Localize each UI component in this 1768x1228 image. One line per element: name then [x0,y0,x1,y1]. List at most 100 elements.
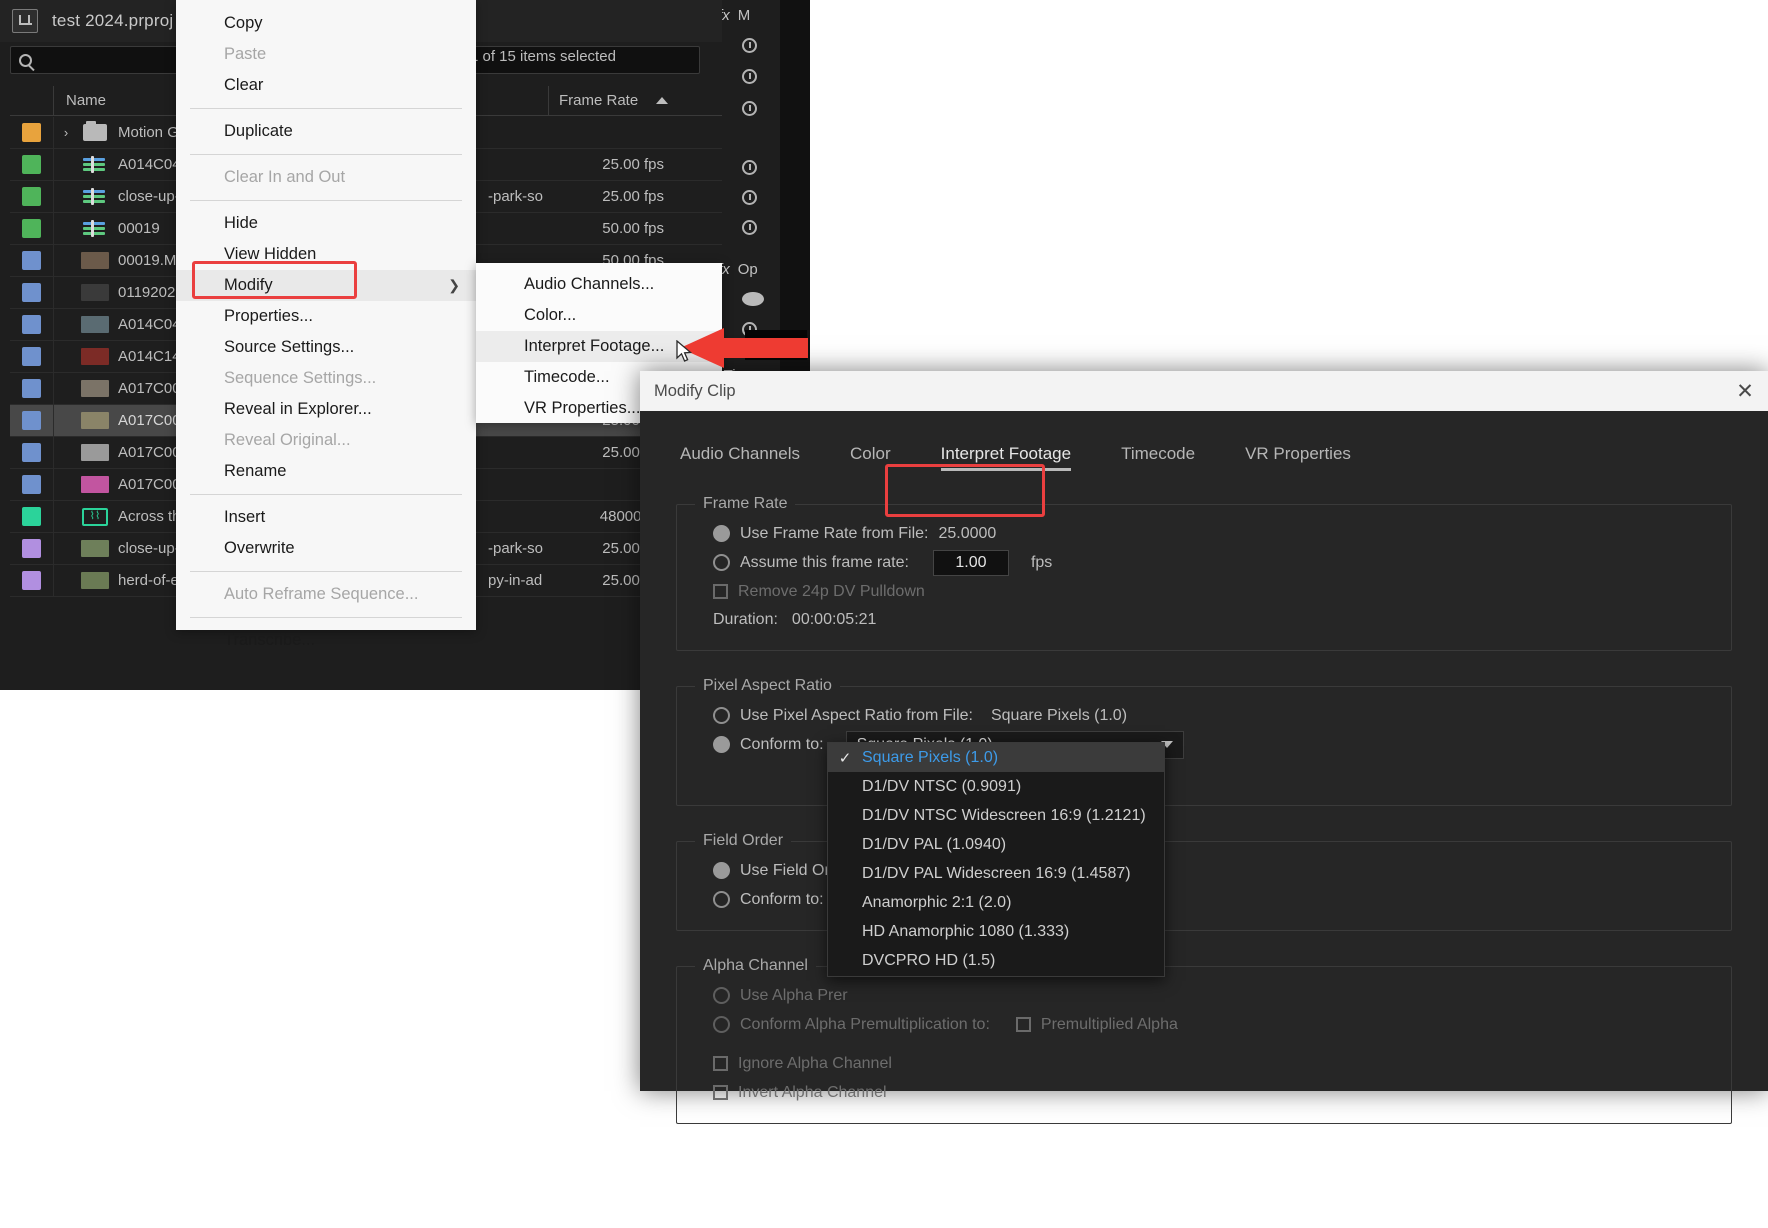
clip-thumbnail [81,284,109,301]
checkbox-ignore-alpha-channel[interactable] [713,1056,728,1071]
effect-name-1: Op [738,261,758,278]
checkbox-invert-alpha-channel[interactable] [713,1085,728,1100]
menu-separator [190,494,462,495]
tab-timecode[interactable]: Timecode [1121,444,1195,471]
radio-use-field-order[interactable] [713,862,730,879]
radio-use-alpha-premultiplication[interactable] [713,987,730,1004]
context-menu-item: Paste [176,39,476,70]
close-icon[interactable]: ✕ [1722,371,1768,411]
dropdown-option[interactable]: D1/DV NTSC Widescreen 16:9 (1.2121) [828,801,1164,830]
submenu-item-label: Audio Channels... [524,275,654,294]
thumb-icon [78,540,112,557]
row-frame-rate: 25.00 fps [558,188,732,205]
thumb-icon [78,444,112,461]
remove-pulldown-option[interactable]: Remove 24p DV Pulldown [695,577,1713,606]
frame-rate-group: Frame Rate Use Frame Rate from File: 25.… [676,495,1732,651]
tab-vr-properties[interactable]: VR Properties [1245,444,1351,471]
radio-conform-field-order[interactable] [713,891,730,908]
context-menu-item[interactable]: Modify❯ [176,270,476,301]
context-menu-item-label: Overwrite [224,539,295,558]
context-menu-item[interactable]: Rename [176,456,476,487]
context-menu-item[interactable]: Reveal in Explorer... [176,394,476,425]
assume-frame-rate-label: Assume this frame rate: [740,554,909,572]
back-up-folder-icon[interactable] [12,9,38,33]
column-header-swatch [10,86,54,116]
submenu-item[interactable]: Audio Channels... [476,269,722,300]
context-menu-item-label: Clear In and Out [224,168,345,187]
assume-frame-rate-option[interactable]: Assume this frame rate: 1.00 fps [695,548,1713,577]
panel-backdrop [780,0,810,372]
radio-assume-frame-rate[interactable] [713,554,730,571]
dropdown-option[interactable]: D1/DV NTSC (0.9091) [828,772,1164,801]
checkbox-remove-pulldown[interactable] [713,584,728,599]
thumb-icon [78,316,112,333]
use-par-from-file-option[interactable]: Use Pixel Aspect Ratio from File: Square… [695,701,1713,730]
use-frame-rate-from-file-option[interactable]: Use Frame Rate from File: 25.0000 [695,519,1713,548]
chevron-right-icon[interactable]: › [54,125,78,140]
clip-thumbnail [81,476,109,493]
context-menu-item[interactable]: Copy [176,8,476,39]
radio-use-frame-rate-from-file[interactable] [713,525,730,542]
context-menu-item[interactable]: Clear [176,70,476,101]
assume-frame-rate-input[interactable]: 1.00 [933,550,1009,576]
use-frame-rate-from-file-label: Use Frame Rate from File: [740,525,928,543]
context-menu-item[interactable]: View Hidden [176,239,476,270]
pixel-aspect-ratio-dropdown[interactable]: ✓Square Pixels (1.0) D1/DV NTSC (0.9091) D… [827,742,1165,977]
context-menu-item[interactable]: Overwrite [176,533,476,564]
column-header-frame-rate[interactable]: Frame Rate [548,86,722,116]
row-color-swatch-cell [10,149,54,181]
row-color-swatch-cell [10,405,54,437]
row-name-label: close-up- [112,188,180,205]
ignore-alpha-channel-label: Ignore Alpha Channel [738,1055,892,1073]
context-menu-item-label: Transcribe... [224,631,315,650]
stopwatch-icon[interactable] [742,160,757,175]
tab-interpret-footage[interactable]: Interpret Footage [941,444,1071,471]
invert-alpha-channel-label: Invert Alpha Channel [738,1084,887,1102]
conform-alpha-premultiplication-option[interactable]: Conform Alpha Premultiplication to: Prem… [695,1010,1713,1039]
row-color-swatch-cell [10,565,54,597]
dropdown-option[interactable]: DVCPRO HD (1.5) [828,946,1164,975]
project-title: test 2024.prproj [52,11,173,31]
radio-conform-par[interactable] [713,736,730,753]
context-menu-item-label: Source Settings... [224,338,354,357]
invert-alpha-channel-option[interactable]: Invert Alpha Channel [695,1078,1713,1107]
context-menu-item-label: Properties... [224,307,313,326]
radio-use-par-from-file[interactable] [713,707,730,724]
duration-row: Duration: 00:00:05:21 [695,606,1713,634]
stopwatch-icon[interactable] [742,69,757,84]
dropdown-option[interactable]: ✓Square Pixels (1.0) [828,743,1164,772]
dropdown-option-label: D1/DV NTSC (0.9091) [862,778,1021,796]
tab-color[interactable]: Color [850,444,891,471]
context-menu-item[interactable]: Insert [176,502,476,533]
radio-conform-alpha-premultiplication[interactable] [713,1016,730,1033]
context-menu-item[interactable]: Source Settings... [176,332,476,363]
color-swatch [22,187,41,206]
tab-audio-channels[interactable]: Audio Channels [680,444,800,471]
context-menu-item-label: View Hidden [224,245,316,264]
dropdown-option[interactable]: HD Anamorphic 1080 (1.333) [828,917,1164,946]
context-menu-item-label: Duplicate [224,122,293,141]
stopwatch-icon[interactable] [742,190,757,205]
stopwatch-icon[interactable] [742,38,757,53]
mask-ellipse-icon[interactable] [742,292,764,306]
stopwatch-icon[interactable] [742,220,757,235]
ignore-alpha-channel-option[interactable]: Ignore Alpha Channel [695,1049,1713,1078]
context-menu[interactable]: CopyPasteClear Duplicate Clear In and Out H… [176,0,476,630]
dropdown-option[interactable]: D1/DV PAL Widescreen 16:9 (1.4587) [828,859,1164,888]
context-menu-item-label: Reveal Original... [224,431,351,450]
audio-clip-glyph [83,220,107,237]
dropdown-option[interactable]: D1/DV PAL (1.0940) [828,830,1164,859]
dialog-tab-bar[interactable]: Audio Channels Color Interpret Footage Time… [676,435,1732,479]
context-menu-item-label: Auto Reframe Sequence... [224,585,418,604]
context-menu-item[interactable]: Duplicate [176,116,476,147]
use-alpha-premultiplication-option[interactable]: Use Alpha Prer [695,981,1713,1010]
row-name-label: herd-of-e [112,572,179,589]
submenu-item-label: Color... [524,306,576,325]
context-menu-item[interactable]: Properties... [176,301,476,332]
stopwatch-icon[interactable] [742,101,757,116]
context-menu-item[interactable]: Hide [176,208,476,239]
menu-separator [190,154,462,155]
dropdown-option[interactable]: Anamorphic 2:1 (2.0) [828,888,1164,917]
checkbox-premultiplied-alpha[interactable] [1016,1017,1031,1032]
context-menu-item[interactable]: Transcribe... [176,625,476,656]
